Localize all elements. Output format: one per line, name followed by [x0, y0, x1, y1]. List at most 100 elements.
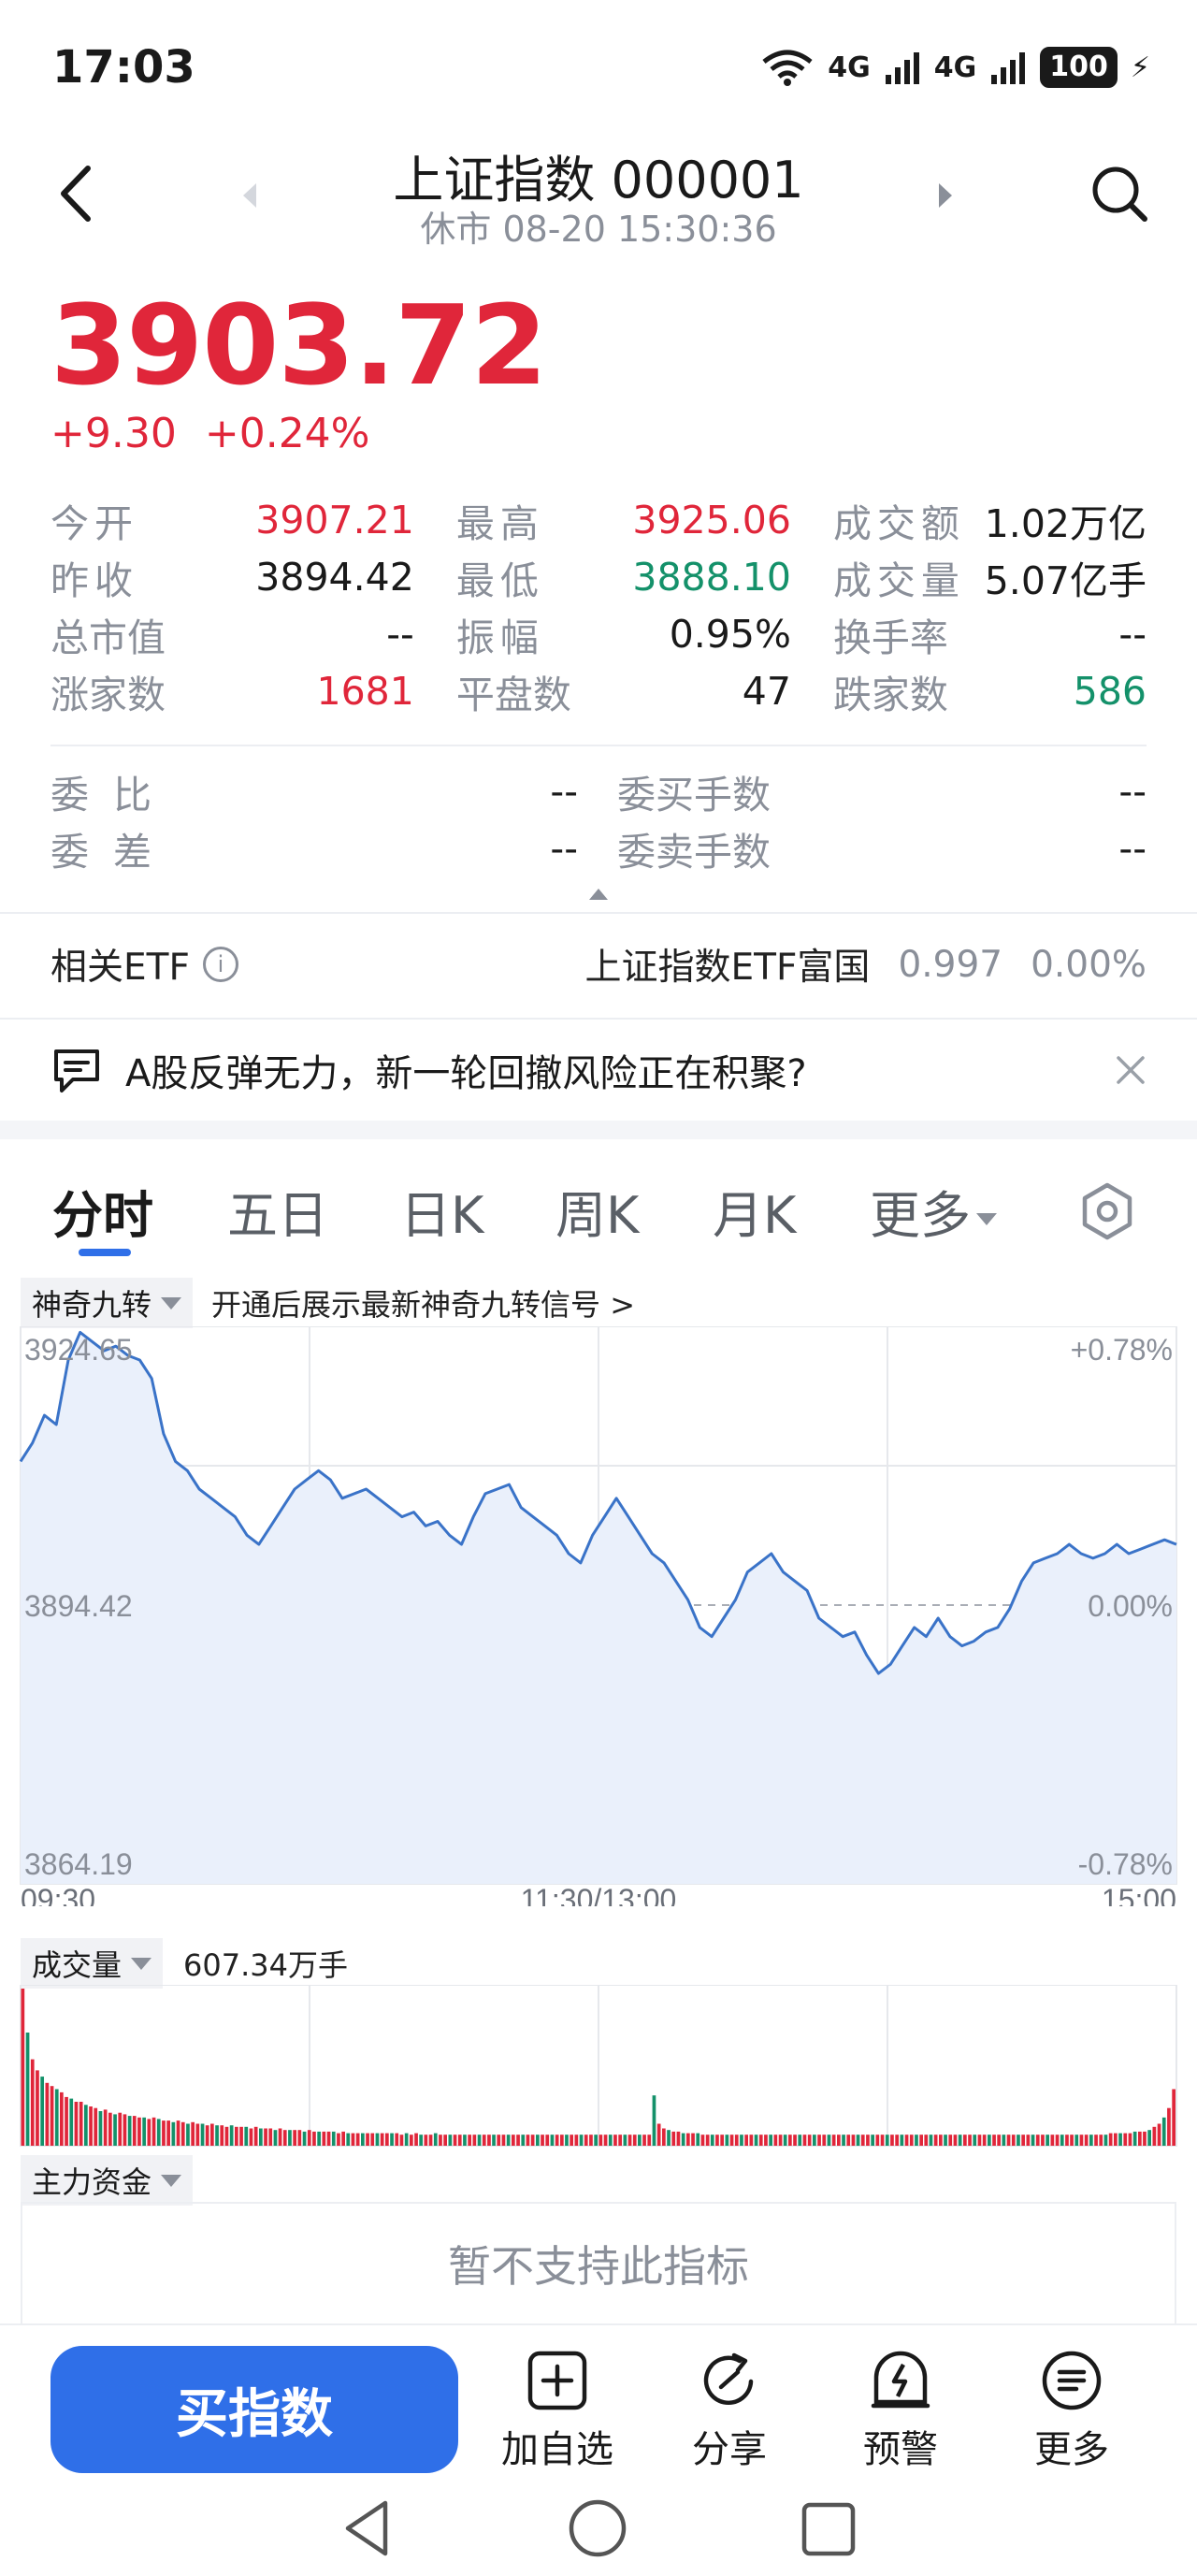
capital-label: 主力资金	[32, 2164, 152, 2200]
volume-bar	[253, 2126, 258, 2146]
search-icon[interactable]	[1090, 165, 1148, 223]
volume-bar	[817, 2135, 821, 2146]
share-button[interactable]: 分享	[664, 2348, 795, 2473]
close-icon[interactable]	[1115, 1054, 1147, 1086]
volume-bar	[1055, 2135, 1060, 2146]
volume-selector[interactable]: 成交量	[21, 1938, 164, 1989]
tab-five-day[interactable]: 五日	[227, 1174, 328, 1248]
nav-home-icon[interactable]	[567, 2497, 628, 2559]
volume-bar	[909, 2135, 914, 2146]
tab-monthly-k[interactable]: 月K	[713, 1174, 796, 1248]
volume-bar	[953, 2135, 958, 2146]
stats-row: 涨家数 1681 平盘数 47 跌家数 586	[50, 662, 1147, 719]
volume-bar	[667, 2130, 671, 2146]
related-etf-row[interactable]: 相关ETF i 上证指数ETF富国 0.997 0.00%	[0, 912, 1197, 1015]
volume-bar	[725, 2135, 729, 2146]
tab-daily-k[interactable]: 日K	[400, 1174, 483, 1248]
volume-bar	[594, 2135, 598, 2146]
stat-value: 3888.10	[632, 554, 791, 600]
next-stock-icon[interactable]	[935, 181, 956, 210]
volume-bar	[933, 2135, 938, 2146]
volume-bar	[807, 2135, 812, 2146]
volume-bar	[191, 2121, 195, 2146]
volume-bar	[900, 2135, 904, 2146]
indicator-selector[interactable]: 神奇九转	[21, 1278, 194, 1328]
volume-bar	[541, 2135, 544, 2146]
volume-bar	[74, 2102, 79, 2146]
order-label: 委卖手数	[617, 829, 771, 875]
volume-bar	[54, 2089, 59, 2146]
etf-label: 相关ETF	[50, 947, 190, 989]
volume-bar	[740, 2135, 743, 2146]
volume-bar	[880, 2135, 885, 2146]
volume-bar	[939, 2135, 943, 2146]
capital-selector[interactable]: 主力资金	[21, 2155, 194, 2206]
volume-bar	[424, 2135, 428, 2146]
volume-bar	[627, 2135, 632, 2146]
indicator-header: 神奇九转 开通后展示最新神奇九转信号 >	[21, 1278, 635, 1328]
volume-bar	[249, 2128, 253, 2146]
tab-intraday[interactable]: 分时	[52, 1174, 153, 1248]
volume-bar	[1006, 2135, 1011, 2146]
volume-bar	[176, 2120, 180, 2146]
volume-bar	[463, 2135, 467, 2146]
intraday-chart[interactable]: 3924.65 3894.42 3864.19 +0.78% 0.00% -0.78% 09…	[0, 1326, 1197, 1906]
news-text: A股反弹无力，新一轮回撤风险正在积聚?	[125, 1052, 807, 1095]
tab-weekly-k[interactable]: 周K	[555, 1174, 639, 1248]
indicator-hint[interactable]: 开通后展示最新神奇九转信号 >	[211, 1281, 635, 1324]
stat-value: 3925.06	[632, 497, 791, 543]
volume-bar	[355, 2133, 360, 2146]
buy-index-button[interactable]: 买指数	[50, 2346, 458, 2473]
stat-label: 振幅	[455, 615, 544, 660]
volume-bar	[1128, 2133, 1132, 2146]
volume-bar	[856, 2135, 860, 2146]
volume-bar	[244, 2126, 249, 2146]
volume-bar	[414, 2133, 418, 2146]
order-value: --	[1118, 825, 1147, 871]
volume-bar	[137, 2117, 141, 2146]
volume-bar	[1123, 2133, 1128, 2146]
alert-button[interactable]: 预警	[835, 2348, 966, 2473]
volume-bar	[84, 2105, 88, 2146]
volume-bar	[162, 2120, 166, 2146]
volume-bar	[1161, 2117, 1166, 2146]
more-button[interactable]: 更多	[1006, 2348, 1137, 2473]
volume-bar	[632, 2135, 637, 2146]
settings-icon[interactable]	[1079, 1181, 1135, 1241]
volume-bar	[312, 2131, 316, 2146]
volume-chart	[20, 1985, 1177, 2147]
volume-bar	[302, 2131, 307, 2146]
stat-value: 0.95%	[669, 611, 791, 657]
caret-down-icon	[161, 1296, 182, 1310]
stat-label: 换手率	[832, 615, 948, 660]
volume-bar	[866, 2135, 870, 2146]
volume-bar	[696, 2133, 700, 2146]
volume-bar	[915, 2135, 918, 2146]
volume-bar	[1079, 2135, 1084, 2146]
collapse-icon[interactable]	[587, 887, 610, 902]
volume-bar	[506, 2135, 511, 2146]
info-icon[interactable]: i	[202, 947, 238, 982]
volume-bar	[948, 2135, 953, 2146]
volume-bar	[36, 2070, 39, 2146]
current-price: 3903.72	[50, 281, 547, 410]
volume-bar	[729, 2135, 734, 2146]
volume-bar	[205, 2125, 209, 2146]
news-banner[interactable]: A股反弹无力，新一轮回撤风险正在积聚?	[0, 1018, 1197, 1121]
volume-bar	[773, 2135, 778, 2146]
tab-more[interactable]: 更多	[870, 1174, 997, 1248]
stat-value: --	[386, 611, 414, 657]
status-icons: 4G 4G 100 ⚡	[760, 47, 1150, 88]
volume-bar	[98, 2111, 103, 2146]
volume-bar	[501, 2135, 506, 2146]
nav-back-icon[interactable]	[340, 2497, 393, 2559]
volume-bar	[45, 2082, 50, 2146]
nav-recents-icon[interactable]	[800, 2501, 857, 2557]
volume-bar	[758, 2135, 763, 2146]
tab-indicator	[79, 1249, 131, 1256]
volume-bar	[822, 2135, 827, 2146]
volume-bar	[21, 1989, 25, 2146]
add-watchlist-button[interactable]: 加自选	[492, 2348, 623, 2473]
signal-2-label: 4G	[933, 51, 977, 84]
unsupported-indicator-message: 暂不支持此指标	[21, 2202, 1176, 2323]
